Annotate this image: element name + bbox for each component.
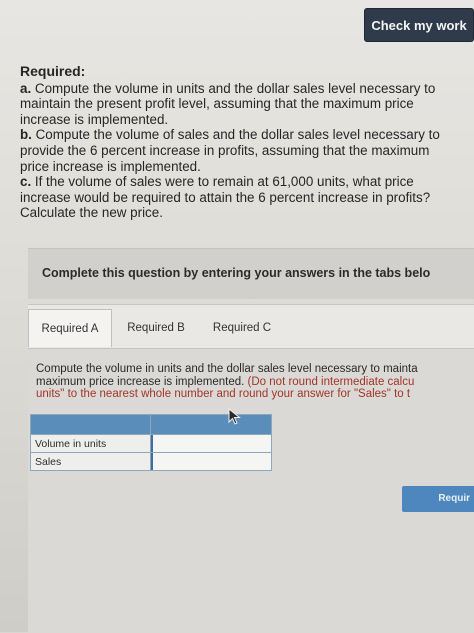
required-line: increase would be required to attain the… <box>20 190 474 206</box>
instructions-text: Complete this question by entering your … <box>42 266 431 280</box>
required-line: b. Compute the volume of sales and the d… <box>20 127 474 143</box>
required-text: Compute the volume of sales and the doll… <box>31 127 440 143</box>
rounding-note: units" to the nearest whole number and r… <box>36 388 411 401</box>
required-text: Compute the volume in units and the doll… <box>31 80 436 96</box>
tab-required-a[interactable]: Required A <box>28 309 112 347</box>
header-cell <box>149 414 273 435</box>
question-prompt: Compute the volume in units and the doll… <box>36 363 474 401</box>
table-row: Volume in units <box>30 434 273 453</box>
table-row: Sales <box>30 452 273 471</box>
required-letter: b. <box>20 127 32 143</box>
required-text: increase is implemented. <box>20 111 169 127</box>
mouse-cursor-icon <box>228 408 241 425</box>
prompt-line: Compute the volume in units and the doll… <box>36 363 418 375</box>
row-label-sales: Sales <box>30 452 151 471</box>
tab-required-b[interactable]: Required B <box>116 309 196 347</box>
required-heading: Required: <box>20 63 86 79</box>
volume-in-units-input[interactable] <box>154 435 267 452</box>
required-text: provide the 6 percent increase in profit… <box>20 142 430 158</box>
required-line: c. If the volume of sales were to remain… <box>20 174 474 190</box>
required-text: maintain the present profit level, assum… <box>20 96 414 112</box>
header-cell <box>30 414 151 435</box>
next-tab-button[interactable]: Requir <box>402 486 474 512</box>
prompt-line: maximum price increase is implemented. (… <box>36 376 474 389</box>
required-line: maintain the present profit level, assum… <box>20 96 474 112</box>
required-line: price increase is implemented. <box>20 159 474 175</box>
required-line: a. Compute the volume in units and the d… <box>20 81 474 97</box>
required-section: Required: a. Compute the volume in units… <box>20 63 474 221</box>
instructions-bar: Complete this question by entering your … <box>28 248 474 299</box>
row-label-volume: Volume in units <box>30 434 151 453</box>
rounding-note: (Do not round intermediate calcu <box>247 375 415 388</box>
required-line: provide the 6 percent increase in profit… <box>20 143 474 159</box>
required-text: increase would be required to attain the… <box>20 189 431 205</box>
required-text: If the volume of sales were to remain at… <box>31 174 414 190</box>
sales-input[interactable] <box>154 453 267 470</box>
required-text: Calculate the new price. <box>20 205 163 221</box>
prompt-text: maximum price increase is implemented. <box>36 375 248 388</box>
required-line: increase is implemented. <box>20 112 474 128</box>
sales-cell[interactable] <box>149 452 273 471</box>
tab-required-c[interactable]: Required C <box>202 309 282 347</box>
required-letter: a. <box>20 80 32 96</box>
volume-in-units-cell[interactable] <box>149 434 273 453</box>
tab-bar: Required A Required B Required C <box>28 304 474 349</box>
required-text: price increase is implemented. <box>20 158 201 174</box>
required-letter: c. <box>20 174 32 190</box>
page: Check my work Required: a. Compute the v… <box>0 0 474 633</box>
required-line: Calculate the new price. <box>20 205 474 221</box>
check-my-work-button[interactable]: Check my work <box>364 8 474 42</box>
